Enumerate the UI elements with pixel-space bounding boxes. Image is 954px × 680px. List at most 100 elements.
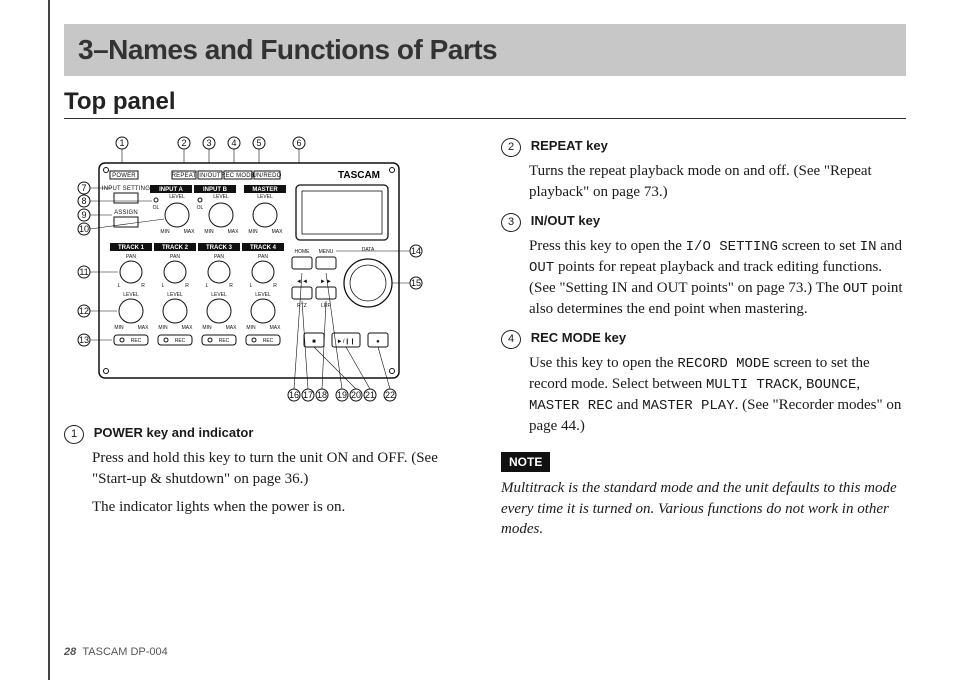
- svg-text:LEVEL: LEVEL: [211, 292, 227, 298]
- page-footer: 28 TASCAM DP-004: [64, 646, 168, 658]
- item-3-label: IN/OUT key: [531, 213, 600, 228]
- svg-text:PAN: PAN: [126, 254, 136, 260]
- svg-text:13: 13: [79, 335, 89, 345]
- svg-text:6: 6: [296, 138, 301, 148]
- svg-text:R: R: [229, 283, 233, 289]
- svg-text:►/❙❙: ►/❙❙: [337, 338, 355, 345]
- svg-text:►►: ►►: [320, 279, 332, 285]
- svg-text:LEVEL: LEVEL: [169, 194, 185, 200]
- svg-text:OL: OL: [197, 205, 204, 211]
- svg-text:HOME: HOME: [295, 249, 311, 255]
- svg-text:REC: REC: [175, 338, 186, 344]
- svg-text:OL: OL: [153, 205, 160, 211]
- item-1: 1 POWER key and indicator Press and hold…: [64, 424, 469, 517]
- item-1-body-a: Press and hold this key to turn the unit…: [92, 448, 469, 489]
- svg-text:MIN: MIN: [204, 229, 214, 235]
- svg-text:◄◄: ◄◄: [296, 279, 308, 285]
- svg-text:18: 18: [317, 390, 327, 400]
- svg-text:20: 20: [351, 390, 361, 400]
- svg-text:TASCAM: TASCAM: [338, 170, 380, 181]
- svg-text:11: 11: [79, 267, 88, 277]
- svg-text:4: 4: [231, 138, 236, 148]
- section-rule: [64, 118, 906, 119]
- note-text: Multitrack is the standard mode and the …: [501, 478, 906, 539]
- svg-text:MIN: MIN: [246, 325, 256, 331]
- chapter-title-bar: 3–Names and Functions of Parts: [64, 24, 906, 76]
- svg-text:3: 3: [206, 138, 211, 148]
- right-column: 2 REPEAT key Turns the repeat playback m…: [501, 133, 906, 539]
- svg-text:17: 17: [303, 390, 313, 400]
- svg-text:DATA: DATA: [362, 247, 375, 253]
- svg-text:2: 2: [181, 138, 186, 148]
- item-1-body-b: The indicator lights when the power is o…: [92, 497, 469, 517]
- item-3-body: Press this key to open the I/O SETTING s…: [529, 236, 906, 319]
- svg-text:L: L: [162, 283, 165, 289]
- svg-text:15: 15: [411, 278, 421, 288]
- svg-text:10: 10: [79, 224, 89, 234]
- svg-text:L: L: [206, 283, 209, 289]
- svg-text:8: 8: [81, 196, 86, 206]
- svg-text:MAX: MAX: [270, 325, 282, 331]
- svg-text:MAX: MAX: [184, 229, 196, 235]
- svg-text:R: R: [185, 283, 189, 289]
- item-3: 3 IN/OUT key Press this key to open the …: [501, 212, 906, 319]
- svg-text:TRACK 4: TRACK 4: [250, 245, 277, 251]
- chapter-title: 3–Names and Functions of Parts: [78, 34, 497, 65]
- svg-text:INPUT B: INPUT B: [203, 187, 228, 193]
- svg-text:L: L: [118, 283, 121, 289]
- svg-text:MAX: MAX: [272, 229, 284, 235]
- svg-text:REC: REC: [131, 338, 142, 344]
- svg-text:REC: REC: [263, 338, 274, 344]
- svg-text:1: 1: [119, 138, 124, 148]
- svg-text:7: 7: [81, 183, 86, 193]
- svg-text:REC: REC: [219, 338, 230, 344]
- svg-text:POWER: POWER: [112, 173, 136, 179]
- svg-text:REPEAT: REPEAT: [172, 173, 197, 179]
- left-column: 1 2 3 4 5 6 POWER R: [64, 133, 469, 539]
- top-panel-diagram: 1 2 3 4 5 6 POWER R: [64, 133, 444, 408]
- note-badge: NOTE: [501, 452, 550, 472]
- svg-text:19: 19: [337, 390, 347, 400]
- svg-text:LEVEL: LEVEL: [123, 292, 139, 298]
- svg-text:TRACK 2: TRACK 2: [162, 245, 189, 251]
- svg-text:IN/OUT: IN/OUT: [199, 173, 221, 179]
- svg-text:TRACK 3: TRACK 3: [206, 245, 233, 251]
- svg-text:22: 22: [385, 390, 395, 400]
- page-number: 28: [64, 646, 76, 658]
- svg-text:MAX: MAX: [182, 325, 194, 331]
- svg-text:LEVEL: LEVEL: [257, 194, 273, 200]
- svg-text:R: R: [273, 283, 277, 289]
- svg-text:MIN: MIN: [160, 229, 170, 235]
- svg-text:5: 5: [256, 138, 261, 148]
- item-4-body: Use this key to open the RECORD MODE scr…: [529, 353, 906, 436]
- svg-text:INPUT A: INPUT A: [159, 187, 183, 193]
- svg-text:9: 9: [81, 210, 86, 220]
- svg-text:LEVEL: LEVEL: [167, 292, 183, 298]
- product-name: TASCAM DP-004: [82, 646, 167, 658]
- item-4-label: REC MODE key: [531, 330, 626, 345]
- svg-text:PAN: PAN: [258, 254, 268, 260]
- svg-text:12: 12: [79, 306, 89, 316]
- svg-text:INPUT SETTING: INPUT SETTING: [102, 186, 150, 192]
- svg-text:MIN: MIN: [248, 229, 258, 235]
- svg-text:L: L: [250, 283, 253, 289]
- svg-text:MIN: MIN: [114, 325, 124, 331]
- svg-text:MAX: MAX: [228, 229, 240, 235]
- item-3-number: 3: [501, 213, 521, 232]
- svg-text:14: 14: [411, 246, 421, 256]
- item-2: 2 REPEAT key Turns the repeat playback m…: [501, 137, 906, 202]
- svg-text:MAX: MAX: [138, 325, 150, 331]
- svg-text:●: ●: [376, 339, 380, 345]
- svg-text:LEVEL: LEVEL: [255, 292, 271, 298]
- svg-text:MASTER: MASTER: [252, 187, 278, 193]
- svg-text:21: 21: [365, 390, 375, 400]
- section-title: Top panel: [64, 88, 906, 116]
- svg-text:PAN: PAN: [214, 254, 224, 260]
- svg-text:MAX: MAX: [226, 325, 238, 331]
- svg-text:TRACK 1: TRACK 1: [118, 245, 145, 251]
- svg-text:PAN: PAN: [170, 254, 180, 260]
- item-2-body: Turns the repeat playback mode on and of…: [529, 161, 906, 202]
- item-4-number: 4: [501, 330, 521, 349]
- svg-text:16: 16: [289, 390, 299, 400]
- left-margin-rule: [48, 0, 50, 680]
